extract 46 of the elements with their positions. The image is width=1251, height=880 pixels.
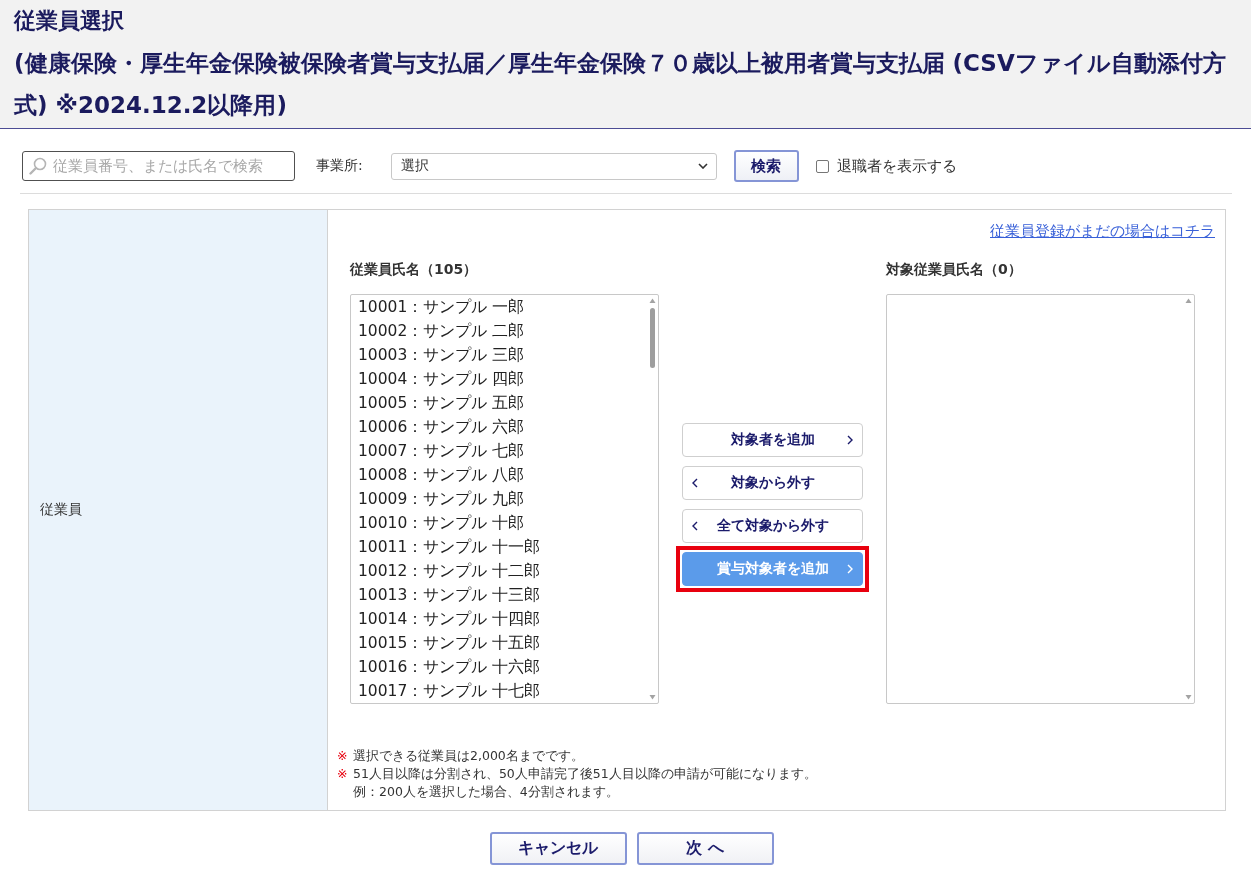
list-item[interactable]: 10014：サンプル 十四郎 (358, 607, 647, 631)
list-item[interactable]: 10003：サンプル 三郎 (358, 343, 647, 367)
list-item[interactable]: 10001：サンプル 一郎 (358, 295, 647, 319)
chevron-right-icon (847, 434, 853, 445)
note-text: 選択できる従業員は2,000名までです。 (353, 747, 584, 765)
chevron-right-icon (847, 563, 853, 574)
list-item[interactable]: 10005：サンプル 五郎 (358, 391, 647, 415)
reference-mark: ※ (337, 765, 349, 783)
list-item[interactable]: 10004：サンプル 四郎 (358, 367, 647, 391)
transfer-button[interactable]: 対象から外す (682, 465, 863, 500)
chevron-left-icon (692, 520, 698, 531)
office-select[interactable]: 選択 (390, 152, 717, 180)
caret-icon (697, 163, 708, 169)
list-item[interactable]: 10008：サンプル 八郎 (358, 463, 647, 487)
list-item[interactable]: 10009：サンプル 九郎 (358, 487, 647, 511)
list-item[interactable]: 10015：サンプル 十五郎 (358, 631, 647, 655)
office-label: 事業所: (316, 157, 363, 175)
register-link[interactable]: 従業員登録がまだの場合はコチラ (990, 221, 1215, 241)
transfer-button[interactable]: 全て対象から外す (682, 508, 863, 543)
list-heading: 従業員氏名（105） (350, 260, 479, 279)
list-item[interactable]: 10007：サンプル 七郎 (358, 439, 647, 463)
reference-mark: ※ (337, 747, 349, 765)
row-label: 従業員 (40, 501, 82, 519)
chevron-left-icon (692, 477, 698, 488)
checkbox[interactable] (815, 159, 829, 173)
page-subtitle: (健康保険・厚生年金保険被保険者賞与支払届／厚生年金保険７０歳以上被用者賞与支払届 (CSVファイル自動添付方式) ※2024.12.2以降用) (14, 49, 1227, 120)
list-item[interactable]: 10006：サンプル 六郎 (358, 415, 647, 439)
listbox[interactable] (350, 294, 659, 704)
list-heading: 対象従業員氏名（0） (886, 260, 1023, 279)
search-field[interactable]: 従業員番号、または氏名で検索 (22, 151, 295, 181)
list-item[interactable]: 10002：サンプル 二郎 (358, 319, 647, 343)
list-item[interactable]: 10016：サンプル 十六郎 (358, 655, 647, 679)
search-icon (29, 157, 47, 175)
page-title: 従業員選択 (14, 7, 125, 35)
list-item[interactable]: 10012：サンプル 十二郎 (358, 559, 647, 583)
checkbox-label: 退職者を表示する (836, 156, 957, 176)
note-text: 例：200人を選択した場合、4分割されます。 (353, 783, 619, 801)
transfer-button[interactable]: 対象者を追加 (682, 422, 863, 457)
cancel-button[interactable]: キャンセル (489, 832, 627, 865)
next-button[interactable]: 次 へ (636, 832, 774, 865)
list-item[interactable]: 10011：サンプル 十一郎 (358, 535, 647, 559)
list-item[interactable]: 10017：サンプル 十七郎 (358, 679, 647, 703)
list-item[interactable]: 10010：サンプル 十郎 (358, 511, 647, 535)
list-item[interactable]: 10013：サンプル 十三郎 (358, 583, 647, 607)
search-button[interactable]: 検索 (733, 150, 799, 182)
note-text: 51人目以降は分割され、50人申請完了後51人目以降の申請が可能になります。 (353, 765, 817, 783)
